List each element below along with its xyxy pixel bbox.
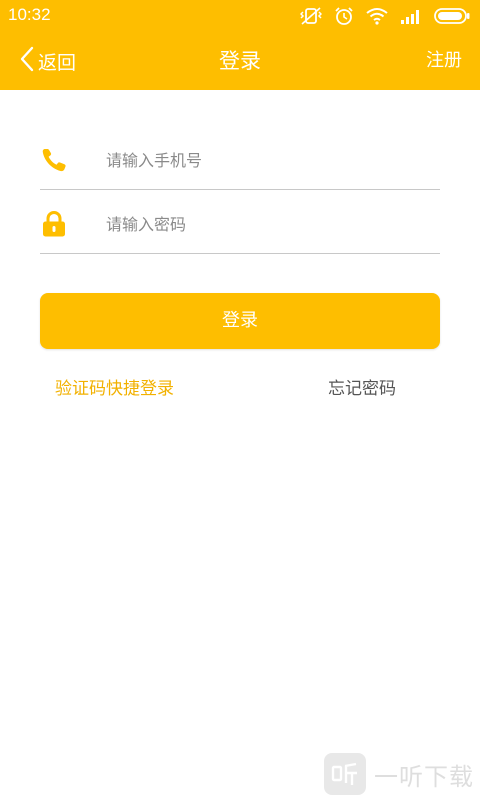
phone-input[interactable]: [106, 144, 426, 176]
sms-quick-login-link[interactable]: 验证码快捷登录: [55, 374, 174, 399]
lock-icon: [40, 210, 68, 238]
password-input[interactable]: [106, 208, 426, 240]
forgot-password-link[interactable]: 忘记密码: [328, 374, 396, 399]
alarm-icon: [334, 6, 354, 26]
status-time: 10:32: [8, 5, 51, 24]
wifi-icon: [366, 7, 388, 25]
watermark-logo-icon: [324, 753, 366, 795]
back-button[interactable]: 返回: [20, 46, 76, 76]
vibrate-icon: [300, 6, 322, 26]
password-field: [40, 200, 440, 254]
watermark: 一听下载: [324, 752, 474, 796]
phone-icon: [40, 146, 68, 174]
register-button[interactable]: 注册: [426, 46, 462, 76]
app-header: 10:32 返回 登录 注册: [0, 0, 480, 90]
chevron-left-icon: [20, 46, 34, 76]
status-icons: [300, 6, 470, 26]
status-bar: 10:32: [0, 0, 480, 32]
signal-icon: [400, 8, 422, 24]
login-button[interactable]: 登录: [40, 293, 440, 349]
phone-field: [40, 136, 440, 190]
back-label: 返回: [38, 51, 77, 74]
battery-icon: [434, 7, 470, 25]
watermark-text: 一听下载: [374, 762, 474, 791]
